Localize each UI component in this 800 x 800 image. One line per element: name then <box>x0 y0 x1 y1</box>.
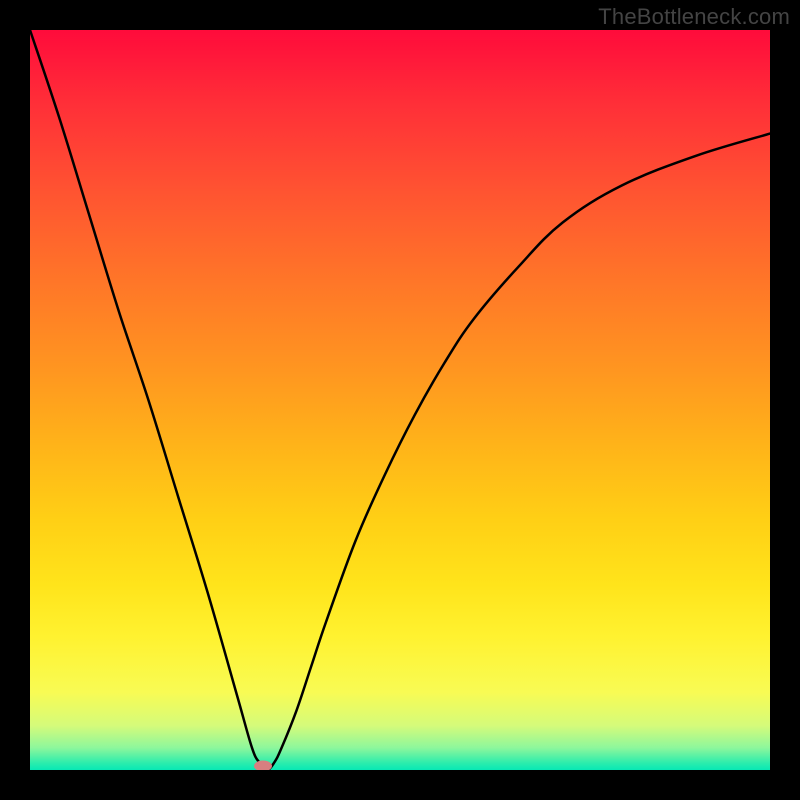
plot-area <box>30 30 770 770</box>
chart-frame: TheBottleneck.com <box>0 0 800 800</box>
optimum-marker <box>254 761 272 770</box>
watermark-text: TheBottleneck.com <box>598 4 790 30</box>
bottleneck-curve <box>30 30 770 770</box>
